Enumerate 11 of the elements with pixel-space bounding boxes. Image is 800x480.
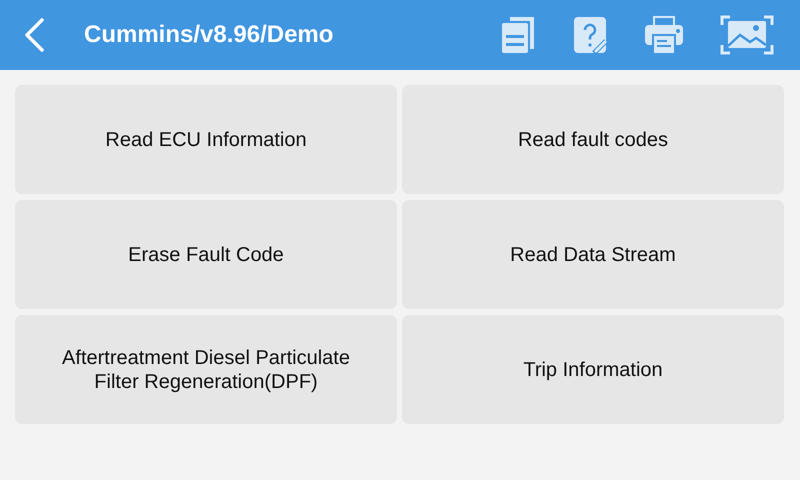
function-button[interactable]: Trip Information [402,315,784,424]
function-button[interactable]: Read fault codes [402,85,784,194]
image-icon[interactable] [720,15,774,55]
function-button[interactable]: Read Data Stream [402,200,784,309]
printer-icon[interactable] [644,15,684,55]
help-icon[interactable] [572,15,608,55]
function-button[interactable]: Erase Fault Code [15,200,397,309]
function-button[interactable]: Read ECU Information [15,85,397,194]
page-title: Cummins/v8.96/Demo [84,21,334,49]
function-button[interactable]: Aftertreatment Diesel Particulate Filter Regeneration(DPF) [15,315,397,424]
documents-icon[interactable] [500,15,536,55]
